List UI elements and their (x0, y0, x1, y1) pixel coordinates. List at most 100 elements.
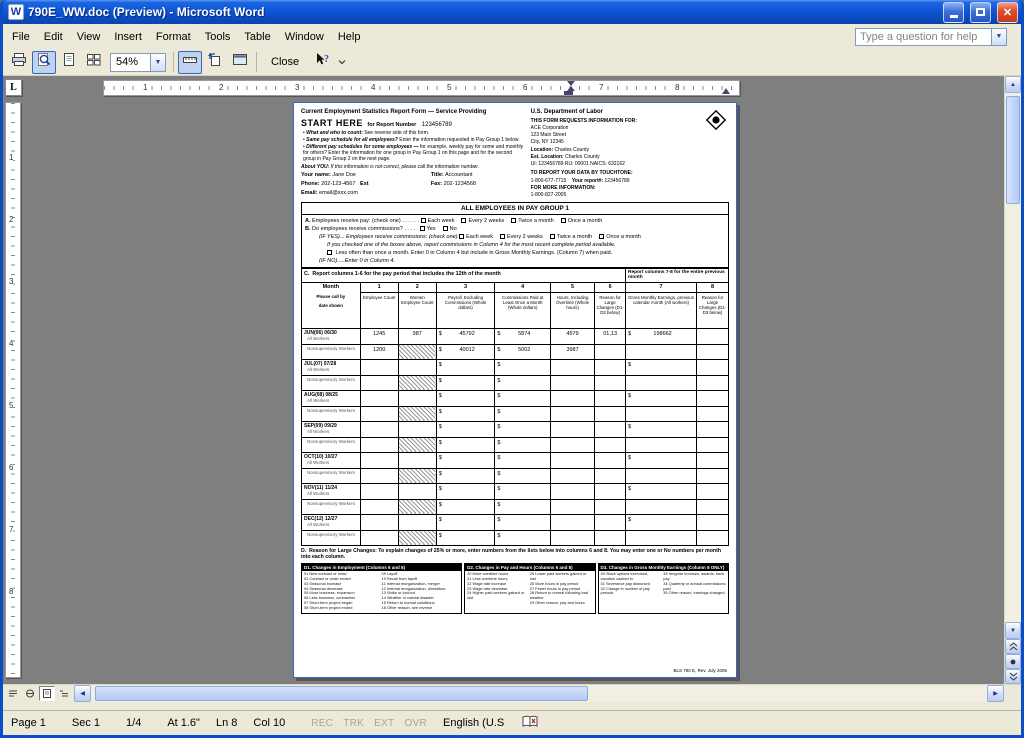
ask-question-input[interactable]: Type a question for help ▼ (855, 28, 1007, 46)
reason-item: 24 Higher paid workers gained or lost (467, 591, 530, 601)
browse-dot-icon (1009, 658, 1017, 666)
menu-item-format[interactable]: Format (149, 28, 198, 46)
menu-item-tools[interactable]: Tools (198, 28, 238, 46)
table-cell (360, 437, 398, 453)
chevron-down-icon[interactable]: ▼ (150, 54, 165, 71)
table-row-all-workers: OCT(10) 10/27All Workers$$$ (302, 453, 729, 469)
table-cell: 987 (398, 329, 436, 345)
zoom-combo[interactable]: 54% ▼ (110, 53, 166, 72)
print-layout-view-button[interactable] (39, 686, 55, 701)
table-cell: $5874 (495, 329, 551, 345)
vertical-scroll-thumb[interactable] (1006, 96, 1020, 204)
about-you-line: About YOU: If this information is not co… (301, 164, 525, 170)
full-screen-button[interactable] (228, 51, 252, 74)
chevron-down-icon[interactable]: ▼ (991, 29, 1006, 45)
table-cell (697, 391, 729, 407)
maximize-button[interactable] (970, 2, 991, 23)
status-mode-ovr[interactable]: OVR (404, 718, 427, 729)
table-row-all-workers: AUG(08) 08/25All Workers$$$ (302, 391, 729, 407)
table-cell (398, 468, 436, 484)
reason-item: 08 Short-term project ended (304, 606, 382, 611)
next-page-button[interactable] (1005, 669, 1021, 684)
menu-item-file[interactable]: File (5, 28, 37, 46)
status-mode-rec[interactable]: REC (311, 718, 333, 729)
table-cell (697, 406, 729, 422)
close-button[interactable]: ✕ (997, 2, 1018, 23)
menu-item-insert[interactable]: Insert (107, 28, 149, 46)
horizontal-scroll-track[interactable] (91, 685, 987, 702)
vertical-scroll-track[interactable] (1005, 93, 1021, 622)
vertical-scrollbar[interactable]: ▲ ▼ (1004, 76, 1021, 684)
close-preview-button[interactable]: Close (261, 52, 309, 72)
table-cell (550, 468, 594, 484)
checkbox-icon (561, 218, 566, 223)
contact-name: Jane Doe (332, 172, 356, 178)
previous-page-button[interactable] (1005, 639, 1021, 654)
zoom-value: 54% (116, 56, 138, 68)
scroll-left-button[interactable]: ◀ (74, 685, 91, 702)
table-cell: $ (436, 375, 495, 391)
menu-item-view[interactable]: View (70, 28, 108, 46)
month-cell: Nonsupervisory Workers (302, 499, 361, 515)
web-layout-view-button[interactable] (22, 686, 38, 701)
menu-item-window[interactable]: Window (278, 28, 331, 46)
menu-item-table[interactable]: Table (237, 28, 277, 46)
select-browse-object-button[interactable] (1005, 654, 1021, 669)
print-button[interactable] (7, 51, 31, 74)
table-row-nonsupervisory: Nonsupervisory Workers$$ (302, 530, 729, 546)
tab-selector[interactable]: L (5, 79, 22, 96)
toolbar-options-button[interactable] (335, 51, 349, 74)
table-cell: $ (436, 453, 495, 469)
outline-view-button[interactable] (56, 686, 72, 701)
status-mode-trk[interactable]: TRK (343, 718, 364, 729)
word-window: W 790E_WW.doc (Preview) - Microsoft Word… (0, 0, 1024, 738)
minimize-icon (950, 15, 958, 18)
table-cell (595, 530, 626, 546)
table-cell: $45792 (436, 329, 495, 345)
shrink-to-fit-button[interactable] (203, 51, 227, 74)
multiple-pages-button[interactable] (82, 51, 106, 74)
menu-item-help[interactable]: Help (331, 28, 368, 46)
scroll-right-button[interactable]: ▶ (987, 685, 1004, 702)
toolbar-separator (256, 52, 257, 72)
checkbox-icon (511, 218, 516, 223)
one-page-button[interactable] (57, 51, 81, 74)
table-cell: $198662 (626, 329, 697, 345)
instruction-bullets: What and who to count: See reverse side … (301, 130, 525, 162)
table-cell (697, 422, 729, 438)
status-mode-ext[interactable]: EXT (374, 718, 394, 729)
spellcheck-icon[interactable] (522, 715, 538, 731)
scroll-up-button[interactable]: ▲ (1005, 76, 1021, 93)
reason-box-d3: D3. Changes in Gross Monthly Earnings (C… (598, 563, 729, 614)
table-row-nonsupervisory: Nonsupervisory Workers$$ (302, 499, 729, 515)
view-ruler-button[interactable] (178, 51, 202, 74)
table-cell: $5002 (495, 344, 551, 360)
month-column-header: Month Please call by date shown (302, 283, 361, 329)
magnifier-button[interactable] (32, 51, 56, 74)
ruler-number: 2 (218, 83, 224, 93)
month-cell: AUG(08) 08/25All Workers (302, 391, 361, 407)
table-cell (550, 453, 594, 469)
table-cell: $ (436, 484, 495, 500)
status-language[interactable]: English (U.S (443, 717, 504, 729)
minimize-button[interactable] (943, 2, 964, 23)
status-bar: Page 1 Sec 1 1/4 At 1.6" Ln 8 Col 10 REC… (3, 710, 1021, 735)
close-icon: ✕ (1003, 6, 1012, 19)
horizontal-scroll-thumb[interactable] (95, 686, 588, 701)
table-cell (398, 375, 436, 391)
scroll-down-button[interactable]: ▼ (1005, 622, 1021, 639)
left-indent-marker[interactable] (564, 91, 573, 95)
preview-page[interactable]: Current Employment Statistics Report For… (293, 102, 737, 678)
context-help-button[interactable]: ? (310, 51, 334, 74)
table-cell: $40012 (436, 344, 495, 360)
ruler-number: 2 (9, 215, 13, 225)
table-cell (697, 468, 729, 484)
table-cell (398, 437, 436, 453)
right-indent-marker[interactable] (722, 88, 730, 94)
table-cell (398, 344, 436, 360)
menu-item-edit[interactable]: Edit (37, 28, 70, 46)
checkbox-icon (459, 234, 464, 239)
section-b: B. Do employees receive commissions? . .… (305, 226, 725, 233)
normal-view-button[interactable] (5, 686, 21, 701)
table-cell: $ (495, 530, 551, 546)
